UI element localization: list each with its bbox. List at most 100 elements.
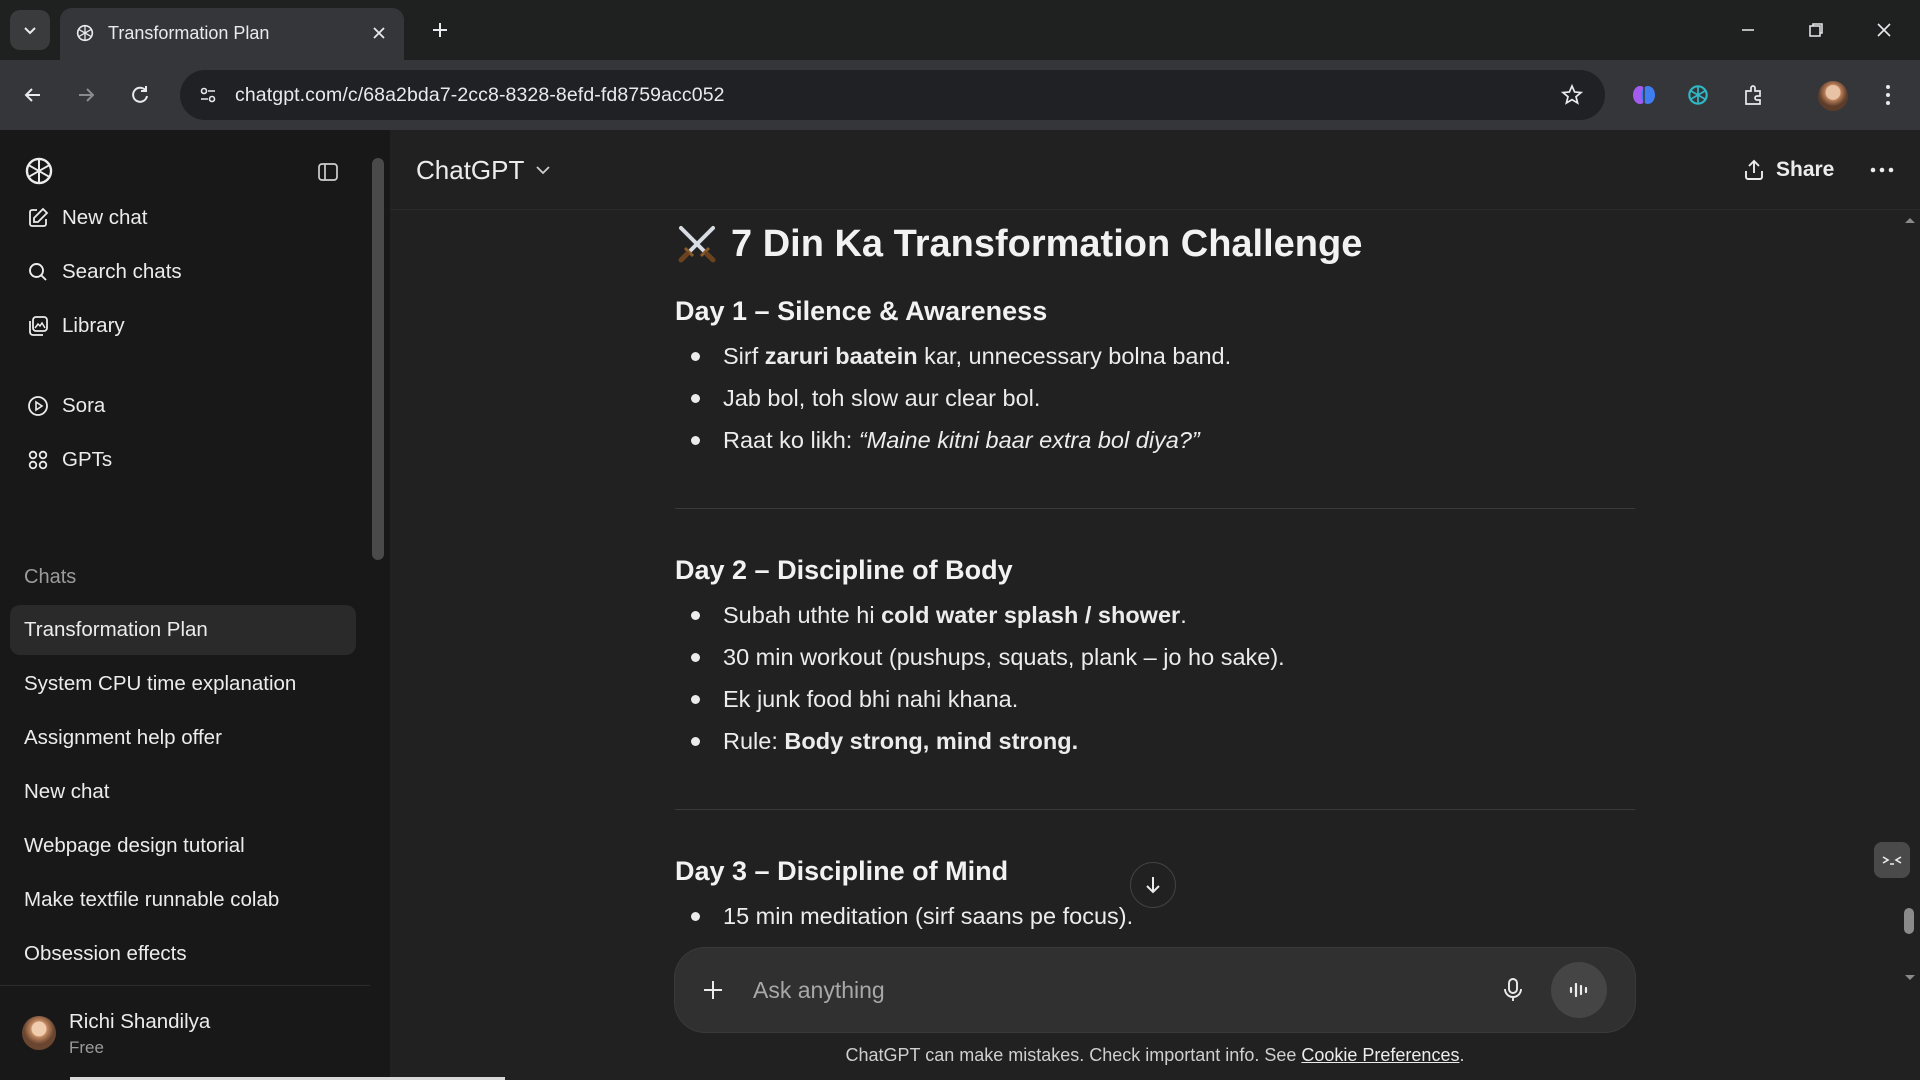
restore-icon (1809, 23, 1823, 37)
play-icon (24, 392, 52, 420)
list-item: 15 min meditation (sirf saans pe focus). (675, 900, 1133, 942)
chat-item-label: Obsession effects (24, 942, 187, 965)
more-vert-icon[interactable] (1872, 79, 1904, 111)
openai-favicon-icon (76, 24, 94, 42)
message-title-text: 7 Din Ka Transformation Challenge (731, 222, 1363, 265)
day-list: 15 min meditation (sirf saans pe focus). (675, 900, 1133, 942)
cookie-preferences-link[interactable]: Cookie Preferences (1301, 1045, 1459, 1065)
scroll-down-arrow-icon[interactable] (1900, 968, 1920, 988)
chat-item-active[interactable]: Transformation Plan (10, 605, 356, 655)
message-title: 7 Din Ka Transformation Challenge (675, 222, 1362, 266)
day-list: Sirf zaruri baatein kar, unnecessary bol… (675, 340, 1231, 466)
day-heading: Day 2 – Discipline of Body (675, 555, 1013, 585)
reload-button[interactable] (122, 77, 158, 113)
url-text: chatgpt.com/c/68a2bda7-2cc8-8328-8efd-fd… (235, 84, 725, 106)
forward-icon (79, 88, 95, 102)
model-name: ChatGPT (416, 154, 525, 185)
reload-icon (132, 86, 148, 103)
sidebar-item-label: Library (62, 314, 125, 337)
list-item: Raat ko likh: “Maine kitni baar extra bo… (675, 424, 1231, 466)
main-scrollbar-thumb[interactable] (1904, 908, 1914, 934)
active-tab[interactable]: Transformation Plan (60, 8, 404, 60)
chevron-down-icon (24, 27, 36, 35)
user-profile[interactable]: Richi Shandilya Free (0, 985, 370, 1080)
chat-item[interactable]: Webpage design tutorial (10, 821, 356, 871)
sidebar-item-sora[interactable]: Sora (10, 383, 356, 429)
voice-mode-button[interactable] (1551, 962, 1607, 1018)
sidebar-item-library[interactable]: Library (10, 303, 356, 349)
restore-button[interactable] (1794, 12, 1838, 48)
prompt-input[interactable] (753, 974, 1453, 1006)
floating-widget-icon[interactable] (1874, 842, 1910, 878)
day-list: Subah uthte hi cold water splash / showe… (675, 599, 1285, 767)
extension-brain-icon[interactable] (1628, 79, 1660, 111)
chat-item-label: New chat (24, 780, 110, 803)
tab-list-button[interactable] (10, 10, 50, 50)
chat-item[interactable]: Assignment help offer (10, 713, 356, 763)
close-window-icon (1877, 23, 1891, 37)
chat-item-label: Make textfile runnable colab (24, 888, 280, 911)
chat-item-label: Webpage design tutorial (24, 834, 245, 857)
back-button[interactable] (15, 77, 51, 113)
share-icon (1745, 159, 1763, 180)
chat-item[interactable]: New chat (10, 767, 356, 817)
scroll-to-bottom-button[interactable] (1130, 862, 1176, 908)
sidebar-item-new-chat[interactable]: New chat (10, 195, 356, 241)
list-item: 30 min workout (pushups, squats, plank –… (675, 641, 1285, 683)
arrow-down-icon (1146, 877, 1160, 894)
model-selector[interactable]: ChatGPT (416, 152, 554, 188)
tab-title: Transformation Plan (108, 23, 270, 43)
extension-chatgpt-icon[interactable] (1682, 79, 1714, 111)
library-icon (24, 312, 52, 340)
attach-plus-icon[interactable] (693, 970, 733, 1010)
openai-logo-icon[interactable] (22, 154, 56, 188)
sidebar-item-label: Sora (62, 394, 106, 417)
browser-profile-avatar[interactable] (1818, 81, 1848, 111)
browser-tab-strip: Transformation Plan (0, 0, 1920, 60)
close-window-button[interactable] (1862, 12, 1906, 48)
sidebar-item-label: GPTs (62, 448, 113, 471)
site-info-icon[interactable] (192, 79, 224, 111)
list-item: Sirf zaruri baatein kar, unnecessary bol… (675, 340, 1231, 382)
chevron-down-icon (536, 166, 551, 175)
new-tab-button[interactable] (424, 14, 456, 46)
tab-close-icon[interactable] (366, 20, 392, 46)
bookmark-star-icon[interactable] (1559, 82, 1585, 108)
sidebar-toggle-icon[interactable] (312, 156, 344, 188)
chat-item[interactable]: Make textfile runnable colab (10, 875, 356, 925)
minimize-icon (1742, 29, 1754, 31)
minimize-button[interactable] (1726, 12, 1770, 48)
chats-section-title: Chats (24, 566, 77, 588)
browser-toolbar: chatgpt.com/c/68a2bda7-2cc8-8328-8efd-fd… (0, 60, 1920, 130)
address-bar[interactable]: chatgpt.com/c/68a2bda7-2cc8-8328-8efd-fd… (180, 70, 1605, 120)
sidebar: New chat Search chats Library Sora GPTs … (0, 130, 370, 1080)
sidebar-scrollbar-thumb[interactable] (372, 158, 384, 560)
user-name: Richi Shandilya (69, 1010, 211, 1033)
avatar (22, 1016, 56, 1050)
composer (675, 948, 1635, 1032)
user-plan: Free (69, 1038, 104, 1057)
chat-item[interactable]: Obsession effects (10, 929, 356, 979)
search-icon (24, 258, 52, 286)
sidebar-item-gpts[interactable]: GPTs (10, 437, 356, 483)
chat-item[interactable]: System CPU time explanation (10, 659, 356, 709)
more-options-icon[interactable] (1864, 152, 1900, 188)
back-icon (24, 88, 40, 102)
crossed-swords-icon (678, 226, 716, 263)
divider (675, 508, 1635, 509)
sidebar-item-search-chats[interactable]: Search chats (10, 249, 356, 295)
edit-icon (24, 204, 52, 232)
puzzle-icon[interactable] (1738, 79, 1770, 111)
list-item: Subah uthte hi cold water splash / showe… (675, 599, 1285, 641)
microphone-icon[interactable] (1493, 970, 1533, 1010)
grid-icon (24, 446, 52, 474)
chat-item-label: Transformation Plan (24, 618, 208, 641)
forward-button[interactable] (68, 77, 104, 113)
share-label: Share (1776, 158, 1835, 181)
share-button[interactable]: Share (1742, 150, 1834, 190)
scroll-up-arrow-icon[interactable] (1900, 210, 1920, 230)
list-item: Rule: Body strong, mind strong. (675, 725, 1285, 767)
waveform-icon (1569, 982, 1588, 998)
disclaimer: ChatGPT can make mistakes. Check importa… (845, 1045, 1465, 1065)
sidebar-item-label: Search chats (62, 260, 182, 283)
